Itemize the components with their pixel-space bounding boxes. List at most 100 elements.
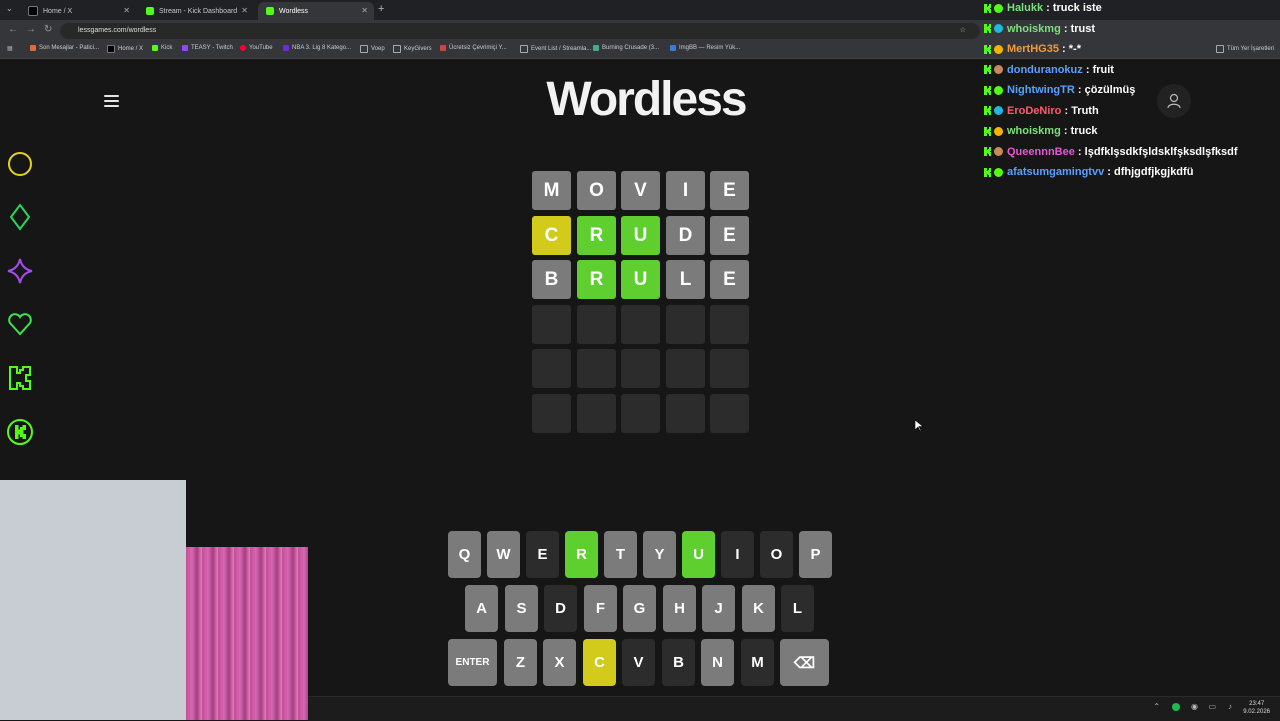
bookmark-item[interactable]: Kick: [152, 45, 172, 51]
key-u[interactable]: U: [682, 531, 715, 578]
key-h[interactable]: H: [663, 585, 696, 632]
bookmark-item[interactable]: Son Mesajlar - Patici...: [30, 45, 99, 51]
grid-tile: B: [532, 260, 571, 299]
bookmark-item[interactable]: Ücretsiz Çevrimiçi Y...: [440, 45, 507, 51]
grid-tile: [577, 394, 616, 433]
close-icon[interactable]: ✕: [361, 6, 368, 15]
chat-username: whoiskmg: [1007, 125, 1061, 137]
grid-tile: [710, 305, 749, 344]
new-tab-button[interactable]: +: [378, 3, 384, 15]
bookmark-star-icon[interactable]: ☆: [960, 23, 966, 39]
grid-tile: [532, 394, 571, 433]
key-p[interactable]: P: [799, 531, 832, 578]
key-d[interactable]: D: [544, 585, 577, 632]
key-t[interactable]: T: [604, 531, 637, 578]
bookmark-item[interactable]: KeyGivers: [393, 45, 432, 53]
bookmark-item[interactable]: Event List / Streamla...: [520, 45, 591, 53]
close-icon[interactable]: ✕: [241, 6, 248, 15]
volume-icon[interactable]: ♪: [1228, 702, 1232, 711]
user-badge-icon: [994, 3, 1003, 13]
user-badge-icon: [994, 167, 1003, 177]
webcam-overlay: [0, 480, 186, 720]
spotify-icon[interactable]: [1172, 703, 1180, 711]
bookmark-item[interactable]: TEASY - Twitch: [182, 45, 233, 51]
bookmark-item[interactable]: Home / X: [107, 45, 143, 53]
grid-tile: [666, 349, 705, 388]
grid-tile: U: [621, 216, 660, 255]
tray-chevron-icon[interactable]: ⌃: [1153, 702, 1160, 711]
chat-text: Truth: [1071, 104, 1099, 117]
key-e[interactable]: E: [526, 531, 559, 578]
kick-badge-icon: [983, 105, 992, 116]
bookmark-item[interactable]: Voep: [360, 45, 385, 53]
key-c[interactable]: C: [583, 639, 616, 686]
key-w[interactable]: W: [487, 531, 520, 578]
tab-kick-dashboard[interactable]: Stream - Kick Dashboard ✕: [138, 2, 254, 20]
backspace-key[interactable]: ⌫: [780, 639, 829, 686]
user-badge-icon: [994, 24, 1003, 33]
sparkle-icon[interactable]: [6, 257, 34, 285]
key-k[interactable]: K: [742, 585, 775, 632]
display-icon[interactable]: ▭: [1208, 702, 1216, 711]
apps-grid-icon[interactable]: ▦: [7, 45, 13, 52]
key-l[interactable]: L: [781, 585, 814, 632]
diamond-icon[interactable]: [6, 203, 34, 231]
all-bookmarks[interactable]: Tüm Yer İşaretleri: [1216, 45, 1274, 53]
kick-badge-icon: [983, 44, 992, 55]
key-b[interactable]: B: [662, 639, 695, 686]
grid-tile: [532, 305, 571, 344]
tab-search-icon[interactable]: ⌄: [6, 4, 13, 13]
bookmark-item[interactable]: ImgBB — Resim Yük...: [670, 45, 740, 51]
kick-badge-icon: [983, 3, 992, 14]
kick-k-icon[interactable]: [6, 364, 34, 392]
key-r[interactable]: R: [565, 531, 598, 578]
tab-home-x[interactable]: Home / X ✕: [20, 2, 136, 20]
kick-badge-icon: [983, 126, 992, 137]
url-field[interactable]: lessgames.com/wordless ☆: [60, 23, 980, 39]
back-icon[interactable]: ←: [8, 24, 18, 35]
clock[interactable]: 23:47 9.02.2026: [1243, 700, 1270, 716]
key-a[interactable]: A: [465, 585, 498, 632]
grid-tile: R: [577, 216, 616, 255]
grid-tile: V: [621, 171, 660, 210]
key-s[interactable]: S: [505, 585, 538, 632]
heart-icon[interactable]: [6, 310, 34, 338]
kick-coin-icon[interactable]: [6, 418, 34, 446]
key-x[interactable]: X: [543, 639, 576, 686]
user-badge-icon: [994, 44, 1003, 54]
user-account-button[interactable]: [1157, 84, 1191, 118]
kick-badge-icon: [983, 146, 992, 157]
user-badge-icon: [994, 147, 1003, 156]
bookmark-item[interactable]: Burning Crusade (3...: [593, 45, 659, 51]
close-icon[interactable]: ✕: [123, 6, 130, 15]
chat-username: NightwingTR: [1007, 84, 1075, 96]
key-m[interactable]: M: [741, 639, 774, 686]
steam-icon[interactable]: ◉: [1191, 702, 1198, 711]
bookmark-item[interactable]: NBA 3. Lig 8 Katego...: [283, 45, 351, 51]
key-i[interactable]: I: [721, 531, 754, 578]
chat-message: whoiskmg : truck: [980, 121, 1097, 141]
circle-icon[interactable]: [6, 150, 34, 178]
key-q[interactable]: Q: [448, 531, 481, 578]
forward-icon[interactable]: →: [26, 24, 36, 35]
key-o[interactable]: O: [760, 531, 793, 578]
key-y[interactable]: Y: [643, 531, 676, 578]
chat-text: truck: [1070, 125, 1098, 137]
tab-wordless[interactable]: Wordless ✕: [258, 2, 374, 20]
key-z[interactable]: Z: [504, 639, 537, 686]
bookmark-item[interactable]: YouTube: [240, 45, 273, 51]
user-badge-icon: [994, 65, 1003, 74]
key-v[interactable]: V: [622, 639, 655, 686]
key-j[interactable]: J: [702, 585, 735, 632]
chat-message: EroDeNiro : Truth: [980, 101, 1099, 121]
chat-username: QueennnBee: [1007, 145, 1075, 158]
chat-username: donduranokuz: [1007, 63, 1083, 76]
key-f[interactable]: F: [584, 585, 617, 632]
enter-key[interactable]: ENTER: [448, 639, 497, 686]
user-badge-icon: [994, 106, 1003, 115]
grid-tile: E: [710, 216, 749, 255]
grid-tile: U: [621, 260, 660, 299]
key-g[interactable]: G: [623, 585, 656, 632]
key-n[interactable]: N: [701, 639, 734, 686]
reload-icon[interactable]: ↻: [44, 24, 52, 35]
